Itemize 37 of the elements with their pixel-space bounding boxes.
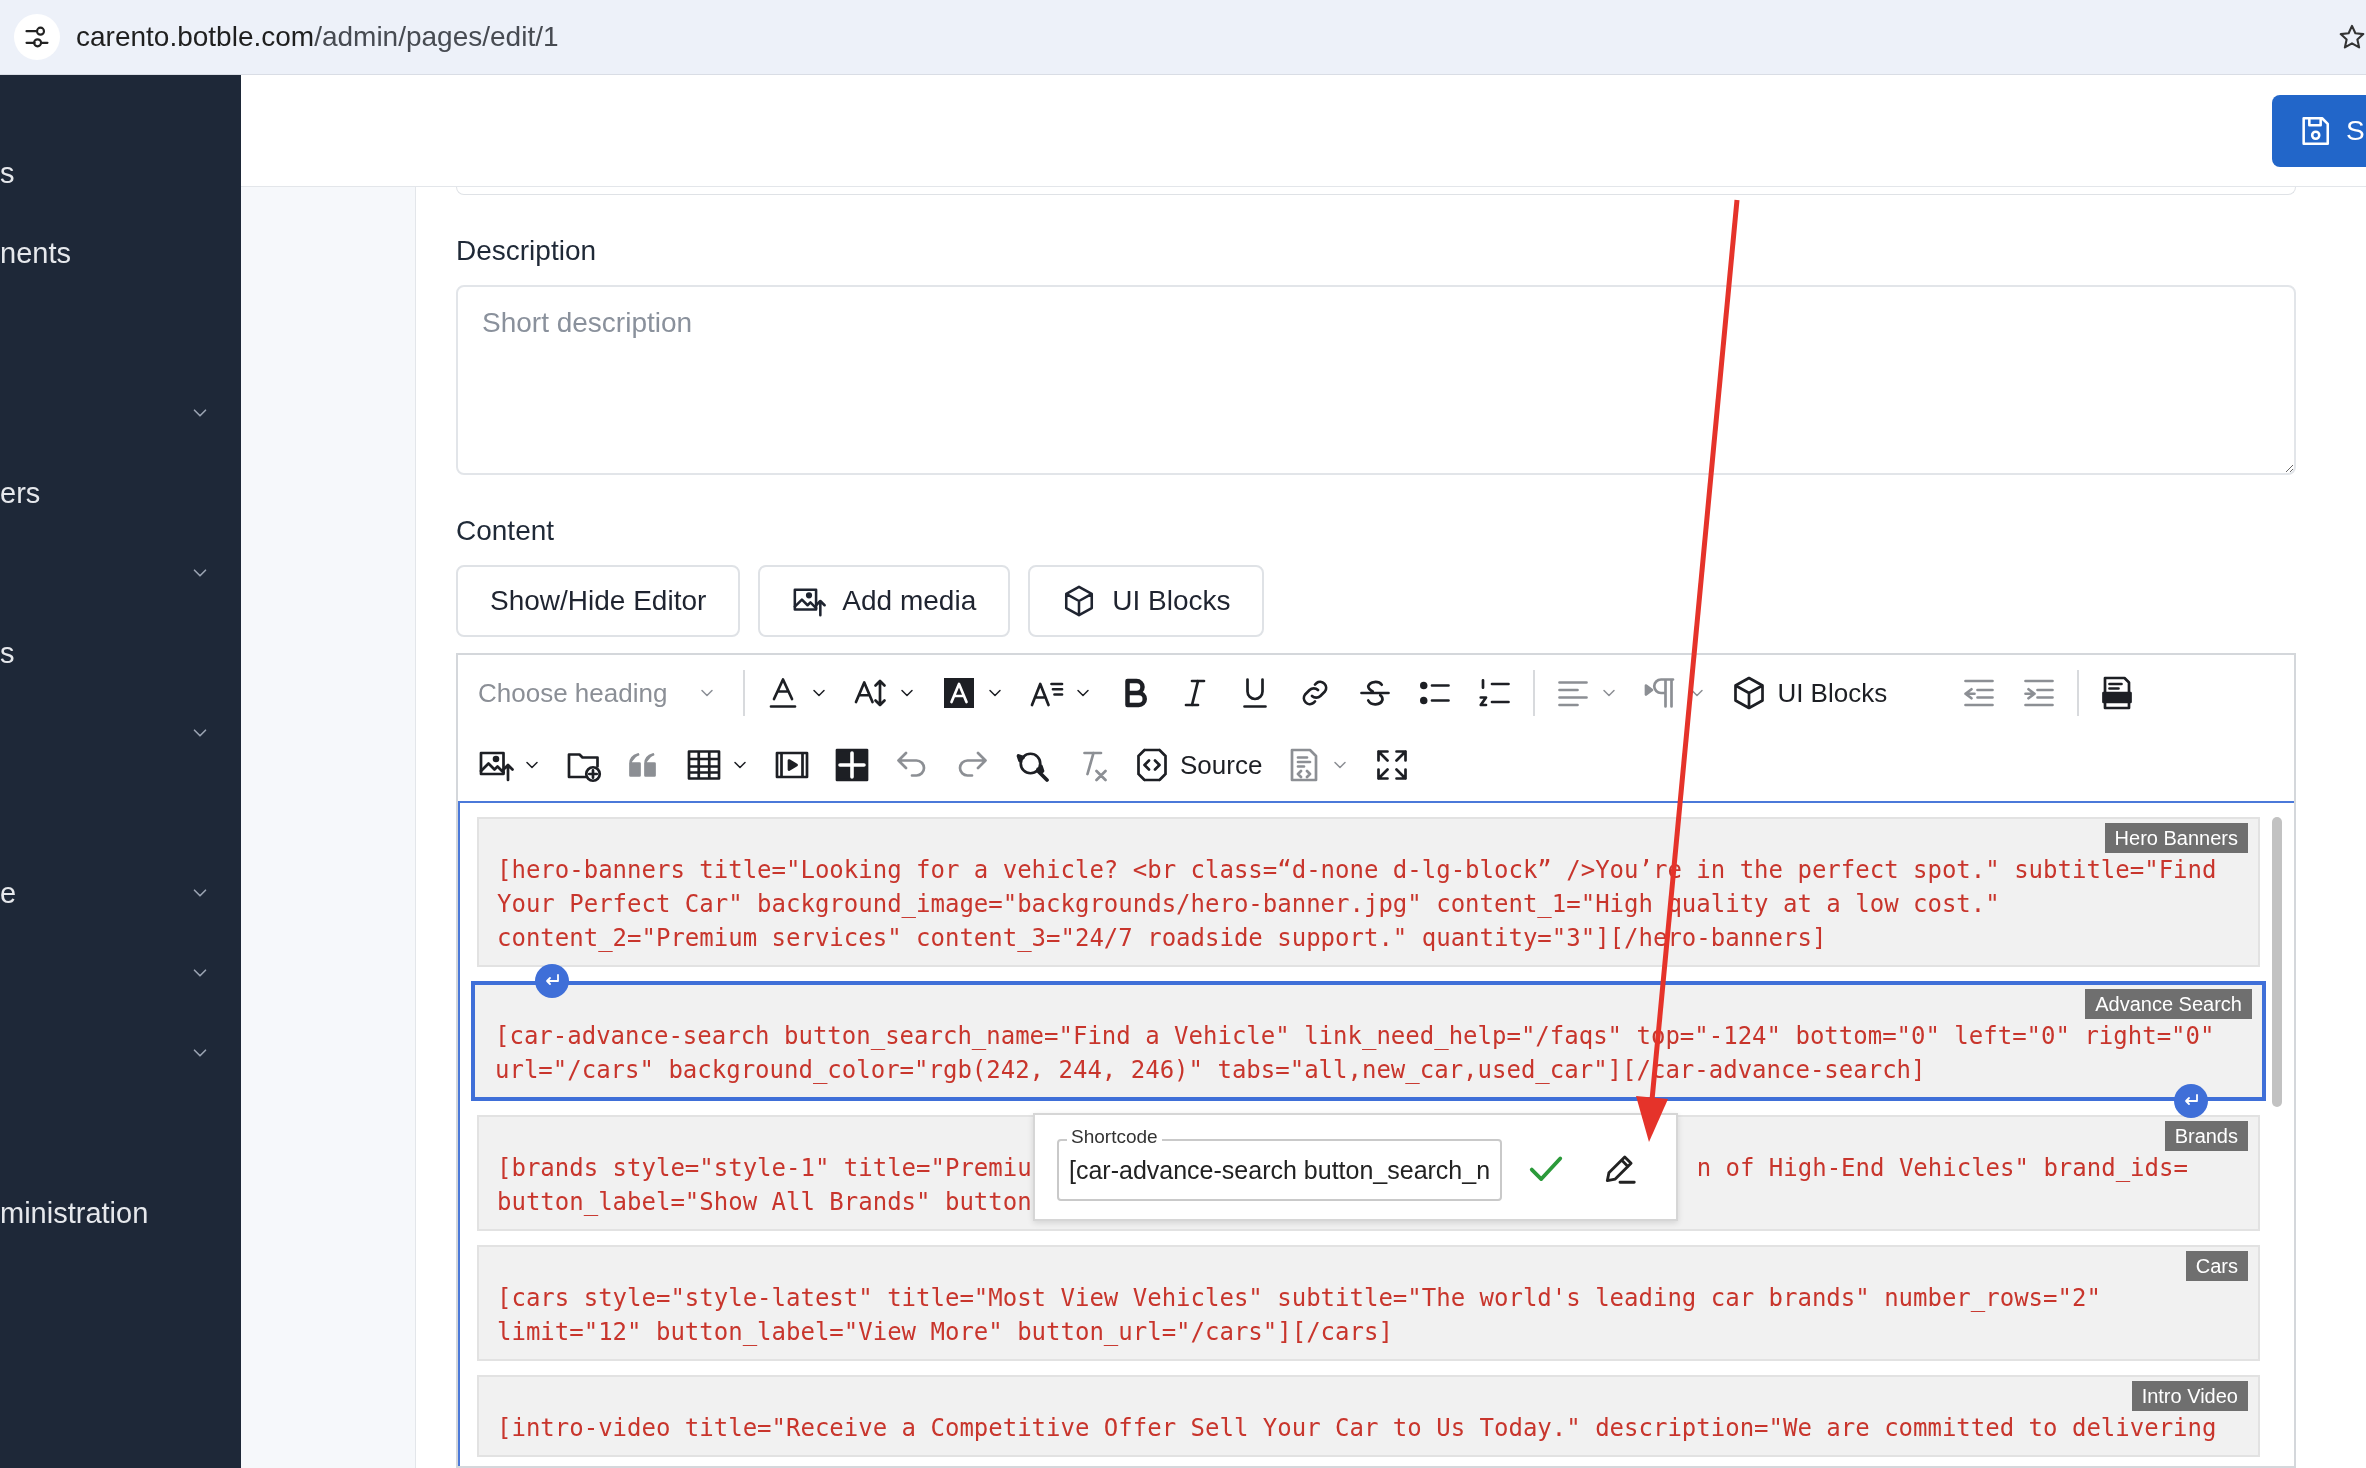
save-button[interactable]: S (2272, 94, 2366, 167)
site-info-button[interactable] (14, 14, 60, 60)
block-label: Advance Search (2085, 989, 2252, 1019)
source-code-icon (1134, 747, 1170, 783)
star-icon (2338, 23, 2366, 51)
toggle-editor-button[interactable]: Show/Hide Editor (456, 565, 741, 637)
table-icon (686, 747, 722, 783)
sidebar-item[interactable]: nents (0, 213, 241, 293)
code-text: [intro-video title="Receive a Competitive Offer Sell Your Car to Us Today." description="We are committed to delivering (497, 1413, 2217, 1444)
code-text: n of High-End Vehicles" brand_ids= (1696, 1153, 2188, 1184)
shortcode-block[interactable] (471, 981, 2266, 1101)
code-text: [cars style="style-latest" title="Most View Vehicles" subtitle="The world's leading car brands" number_rows="2" (497, 1283, 2101, 1314)
scrollbar[interactable] (2272, 817, 2282, 1107)
bookmark-button[interactable] (2338, 23, 2366, 51)
grid-icon (834, 747, 870, 783)
code-text: limit="12" button_label="View More" button_url="/cars"][/cars] (497, 1317, 1393, 1348)
field-label: Content (456, 515, 556, 547)
block-label: Brands (2164, 1121, 2248, 1151)
source-button[interactable]: Source (1122, 737, 1275, 793)
shortcode-block[interactable]: Cars [cars style="style-latest" title="Most View Vehicles" subtitle="The world's leading car brands" number_rows="2" limit="12" button_label="View More" button_url="/cars"][/cars] (477, 1245, 2260, 1361)
code-text: button_label="Show All Brands" button (497, 1187, 1032, 1218)
block-label: Intro Video (2131, 1381, 2248, 1411)
block-label: Cars (2185, 1251, 2248, 1281)
sidebar-item[interactable]: s (0, 613, 241, 693)
block-label: Hero Banners (2104, 823, 2248, 853)
sidebar-item[interactable]: s (0, 133, 241, 213)
field-label: Description (456, 235, 598, 267)
sidebar-item[interactable]: ministration (0, 1173, 241, 1253)
add-media-button[interactable]: Add media (758, 565, 1011, 637)
sidebar-item[interactable]: ers (0, 453, 241, 533)
url-text[interactable]: carento.botble.com/admin/pages/edit/1 (76, 21, 2338, 53)
code-text: [brands style="style-1" title="Premiu (497, 1153, 1032, 1184)
ui-blocks-button[interactable]: UI Blocks (1719, 665, 1900, 721)
shortcode-block[interactable]: Intro Video [intro-video title="Receive a Competitive Offer Sell Your Car to Us Today." description="We are committed to delivering (477, 1375, 2260, 1457)
description-field[interactable]: Short description (456, 285, 2296, 475)
sidebar-item[interactable]: e (0, 853, 241, 933)
ui-blocks-button[interactable]: UI Blocks (1028, 565, 1265, 637)
